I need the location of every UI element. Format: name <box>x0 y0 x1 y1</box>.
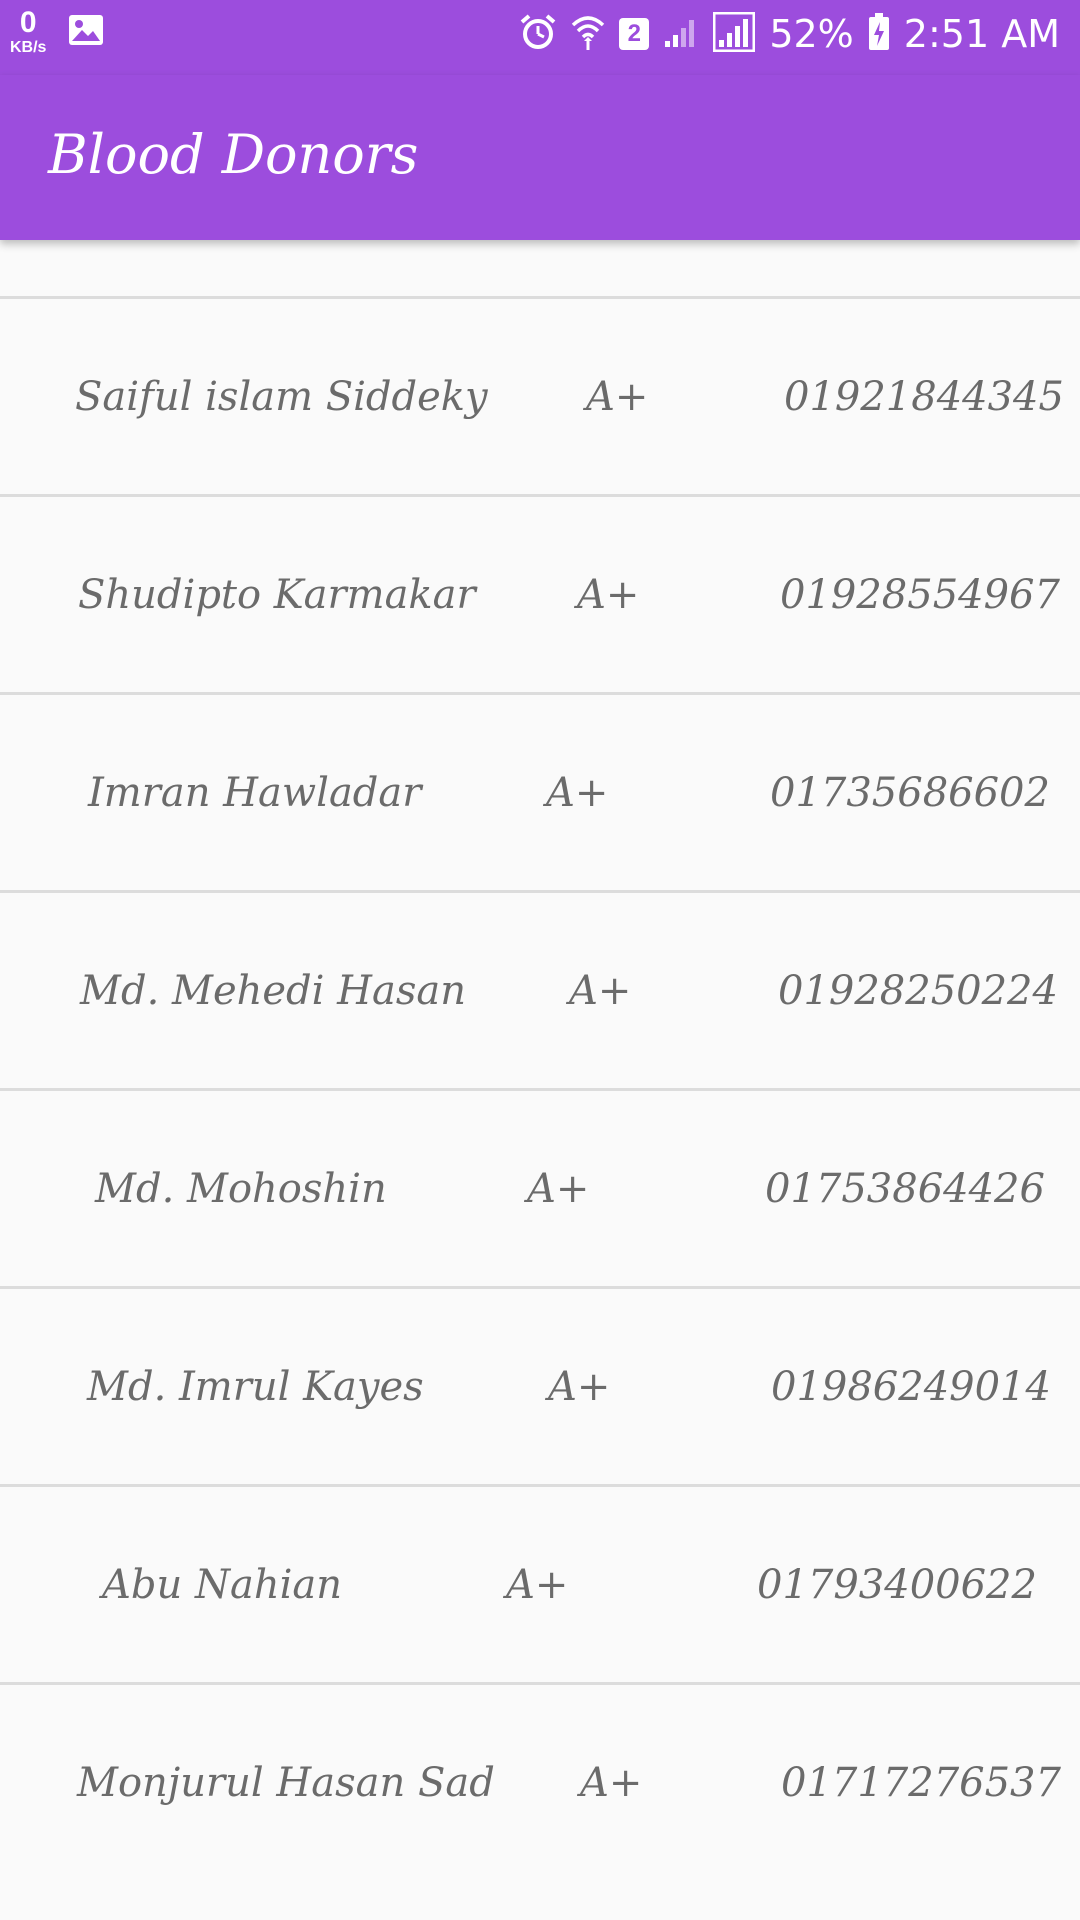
donor-phone: 01753864426 <box>765 1165 1045 1212</box>
donor-row[interactable]: Md. Mehedi Hasan A+ 01928250224 <box>0 893 1080 1091</box>
donor-name: Shudipto Karmakar <box>78 571 476 618</box>
donor-phone: 01928250224 <box>778 967 1058 1014</box>
donor-row[interactable]: Imran Hawladar A+ 01735686602 <box>0 695 1080 893</box>
donor-row[interactable]: Shudipto Karmakar A+ 01928554967 <box>0 497 1080 695</box>
donor-phone: 01717276537 <box>781 1759 1061 1806</box>
donor-blood-group: A+ <box>569 967 632 1014</box>
donor-blood-group: A+ <box>580 1759 643 1806</box>
battery-charging-icon <box>868 13 890 55</box>
donor-row[interactable]: Monjurul Hasan Sad A+ 01717276537 <box>0 1685 1080 1880</box>
donor-blood-group: A+ <box>546 769 609 816</box>
signal-strength-icon <box>712 11 756 56</box>
donor-blood-group: A+ <box>527 1165 590 1212</box>
donor-name: Saiful islam Siddeky <box>75 373 488 420</box>
donor-name: Md. Mehedi Hasan <box>80 967 467 1014</box>
donor-phone: 01986249014 <box>771 1363 1051 1410</box>
alarm-icon <box>519 13 557 55</box>
donor-name: Md. Mohoshin <box>95 1165 387 1212</box>
signal-weak-icon <box>663 15 699 53</box>
donor-phone: 01928554967 <box>780 571 1060 618</box>
donor-row[interactable]: Saiful islam Siddeky A+ 01921844345 <box>0 299 1080 497</box>
status-bar: 0 KB/s 2 52% 2:51 AM <box>0 0 1080 75</box>
donor-list[interactable]: Saiful islam Siddeky A+ 01921844345 Shud… <box>0 240 1080 1880</box>
donor-blood-group: A+ <box>506 1561 569 1608</box>
wifi-icon <box>571 13 605 55</box>
donor-name: Abu Nahian <box>102 1561 342 1608</box>
donor-phone: 01921844345 <box>784 373 1064 420</box>
donor-row[interactable]: Md. Mohoshin A+ 01753864426 <box>0 1091 1080 1289</box>
donor-phone: 01793400622 <box>757 1561 1037 1608</box>
donor-name: Md. Imrul Kayes <box>87 1363 424 1410</box>
donor-name: Imran Hawladar <box>88 769 422 816</box>
battery-percent: 52% <box>769 12 854 56</box>
donor-name: Monjurul Hasan Sad <box>77 1759 495 1806</box>
page-title: Blood Donors <box>48 123 419 186</box>
donor-row[interactable]: Md. Imrul Kayes A+ 01986249014 <box>0 1289 1080 1487</box>
donor-row[interactable]: Abu Nahian A+ 01793400622 <box>0 1487 1080 1685</box>
network-speed-unit: KB/s <box>10 39 47 56</box>
sim-slot-badge: 2 <box>619 18 650 50</box>
clock: 2:51 AM <box>903 12 1060 56</box>
donor-blood-group: A+ <box>548 1363 611 1410</box>
network-speed-value: 0 <box>19 6 37 39</box>
list-top-divider <box>0 240 1080 299</box>
image-notification-icon <box>68 14 104 50</box>
donor-phone: 01735686602 <box>770 769 1050 816</box>
donor-blood-group: A+ <box>577 571 640 618</box>
network-speed-indicator: 0 KB/s <box>10 8 46 56</box>
donor-blood-group: A+ <box>586 373 649 420</box>
app-bar: Blood Donors <box>0 75 1080 240</box>
